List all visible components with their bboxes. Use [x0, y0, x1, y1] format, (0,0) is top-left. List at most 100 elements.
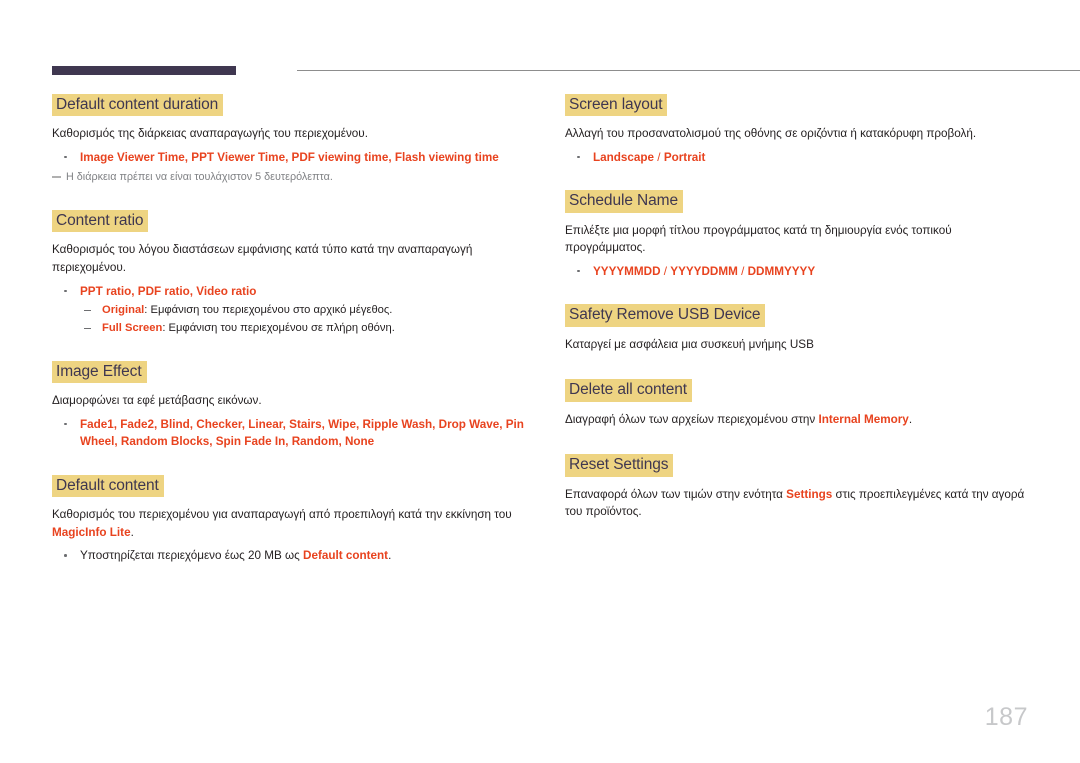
body-text-before: Διαγραφή όλων των αρχείων περιεχομένου σ… — [565, 412, 819, 426]
right-column: Screen layout Αλλαγή του προσανατολισμού… — [565, 94, 1030, 527]
option-portrait: Portrait — [663, 150, 706, 164]
note-dash-icon — [52, 176, 61, 179]
bullet-text-after: . — [388, 549, 392, 563]
list-item: YYYYMMDD / YYYYDDMM / DDMMYYYY — [565, 263, 1030, 281]
heading-wrap: Default content duration — [52, 94, 527, 117]
body-text-before: Επαναφορά όλων των τιμών στην ενότητα — [565, 487, 787, 501]
section-image-effect: Image Effect Διαμορφώνει τα εφέ μετάβαση… — [52, 360, 527, 451]
body-accent-term: MagicInfo Lite — [52, 525, 131, 539]
option-separator: / — [660, 264, 671, 278]
bullet-dot-icon — [64, 554, 67, 557]
section-body: Επαναφορά όλων των τιμών στην ενότητα Se… — [565, 486, 1030, 521]
heading-wrap: Image Effect — [52, 360, 527, 384]
heading-wrap: Screen layout — [565, 94, 1030, 117]
list-item: PPT ratio, PDF ratio, Video ratio Origin… — [52, 283, 527, 337]
sub-item-desc: : Εμφάνιση του περιεχομένου στο αρχικό μ… — [144, 304, 393, 317]
bullet-text-before: Υποστηρίζεται περιεχόμενο έως 20 MB ως — [80, 549, 304, 563]
heading-wrap: Reset Settings — [565, 454, 1030, 477]
heading-wrap: Delete all content — [565, 379, 1030, 402]
section-heading: Reset Settings — [565, 454, 674, 477]
bullet-dot-icon — [577, 155, 580, 159]
section-heading: Screen layout — [565, 94, 668, 117]
bullet-options: Fade1, Fade2, Blind, Checker, Linear, St… — [80, 417, 524, 449]
dash-marker-icon — [84, 310, 91, 312]
bullet-accent-term: Default content — [303, 549, 389, 563]
bullet-list: PPT ratio, PDF ratio, Video ratio Origin… — [52, 283, 527, 337]
header-chapter-tab — [52, 66, 236, 75]
sub-list-item: Original: Εμφάνιση του περιεχομένου στο … — [80, 302, 527, 319]
bullet-list: Image Viewer Time, PPT Viewer Time, PDF … — [52, 149, 527, 167]
section-heading: Content ratio — [52, 210, 149, 233]
bullet-dot-icon — [64, 422, 67, 426]
dash-marker-icon — [84, 327, 91, 330]
section-delete-all-content: Delete all content Διαγραφή όλων των αρχ… — [565, 379, 1030, 428]
section-heading: Schedule Name — [565, 190, 683, 213]
option-yyyymmdd: YYYYMMDD — [593, 264, 661, 278]
heading-wrap: Content ratio — [52, 210, 527, 233]
section-note: Η διάρκεια πρέπει να είναι τουλάχιστον 5… — [52, 170, 527, 186]
heading-wrap: Default content — [52, 474, 527, 498]
option-ddmmyyyy: DDMMYYYY — [747, 264, 816, 278]
heading-wrap: Schedule Name — [565, 190, 1030, 213]
sub-item-term: Original — [102, 304, 145, 317]
section-heading: Default content duration — [52, 94, 224, 117]
section-heading: Delete all content — [565, 379, 692, 402]
section-body: Επιλέξτε μια μορφή τίτλου προγράμματος κ… — [565, 223, 952, 255]
bullet-list: Υποστηρίζεται περιεχόμενο έως 20 MB ως D… — [52, 547, 527, 565]
document-page: Default content duration Καθορισμός της … — [0, 0, 1080, 763]
section-body: Καθορισμός της διάρκειας αναπαραγωγής το… — [52, 127, 368, 141]
bullet-list: Landscape / Portrait — [565, 149, 1030, 167]
bullet-options: Image Viewer Time, PPT Viewer Time, PDF … — [80, 150, 499, 164]
section-heading: Safety Remove USB Device — [565, 304, 766, 327]
section-content-ratio: Content ratio Καθορισμός του λόγου διαστ… — [52, 210, 527, 337]
section-body: Καταργεί με ασφάλεια μια συσκευή μνήμης … — [565, 337, 814, 351]
list-item: Υποστηρίζεται περιεχόμενο έως 20 MB ως D… — [52, 547, 527, 565]
option-landscape: Landscape — [593, 150, 655, 164]
option-separator: / — [654, 150, 664, 164]
body-text-before: Καθορισμός του περιεχομένου για αναπαραγ… — [52, 508, 512, 522]
list-item: Image Viewer Time, PPT Viewer Time, PDF … — [52, 149, 527, 167]
body-text-after: . — [130, 525, 134, 539]
section-heading: Default content — [52, 474, 164, 498]
header-rule — [297, 70, 1080, 71]
section-reset-settings: Reset Settings Επαναφορά όλων των τιμών … — [565, 454, 1030, 520]
sub-item-desc: : Εμφάνιση του περιεχομένου σε πλήρη οθό… — [162, 321, 395, 334]
section-screen-layout: Screen layout Αλλαγή του προσανατολισμού… — [565, 94, 1030, 166]
option-yyyyddmm: YYYYDDMM — [670, 264, 738, 278]
section-schedule-name: Schedule Name Επιλέξτε μια μορφή τίτλου … — [565, 190, 1030, 280]
sub-list: Original: Εμφάνιση του περιεχομένου στο … — [80, 302, 527, 337]
body-accent-term: Settings — [786, 487, 833, 501]
bullet-options: PPT ratio, PDF ratio, Video ratio — [80, 284, 257, 298]
section-default-content: Default content Καθορισμός του περιεχομέ… — [52, 474, 527, 565]
body-text-after: . — [908, 412, 913, 426]
list-item: Fade1, Fade2, Blind, Checker, Linear, St… — [52, 416, 527, 451]
bullet-dot-icon — [577, 269, 580, 273]
left-column: Default content duration Καθορισμός της … — [52, 94, 527, 569]
bullet-list: Fade1, Fade2, Blind, Checker, Linear, St… — [52, 416, 527, 451]
sub-item-term: Full Screen — [102, 321, 163, 334]
section-body: Καθορισμός του λόγου διαστάσεων εμφάνιση… — [52, 243, 473, 274]
section-body: Διαμορφώνει τα εφέ μετάβασης εικόνων. — [52, 394, 262, 408]
sub-list-item: Full Screen: Εμφάνιση του περιεχομένου σ… — [80, 320, 527, 337]
section-default-content-duration: Default content duration Καθορισμός της … — [52, 94, 527, 186]
note-text: Η διάρκεια πρέπει να είναι τουλάχιστον 5… — [66, 171, 333, 184]
section-safety-remove-usb-device: Safety Remove USB Device Καταργεί με ασφ… — [565, 304, 1030, 353]
page-number: 187 — [984, 703, 1028, 731]
section-body: Διαγραφή όλων των αρχείων περιεχομένου σ… — [565, 411, 1030, 429]
section-body: Καθορισμός του περιεχομένου για αναπαραγ… — [52, 506, 527, 541]
section-body: Αλλαγή του προσανατολισμού της οθόνης σε… — [565, 127, 977, 141]
body-accent-term: Internal Memory — [818, 412, 909, 426]
section-heading: Image Effect — [52, 360, 147, 384]
heading-wrap: Safety Remove USB Device — [565, 304, 1030, 327]
option-separator: / — [737, 264, 748, 278]
bullet-list: YYYYMMDD / YYYYDDMM / DDMMYYYY — [565, 263, 1030, 281]
bullet-dot-icon — [64, 155, 67, 159]
bullet-dot-icon — [64, 289, 67, 293]
